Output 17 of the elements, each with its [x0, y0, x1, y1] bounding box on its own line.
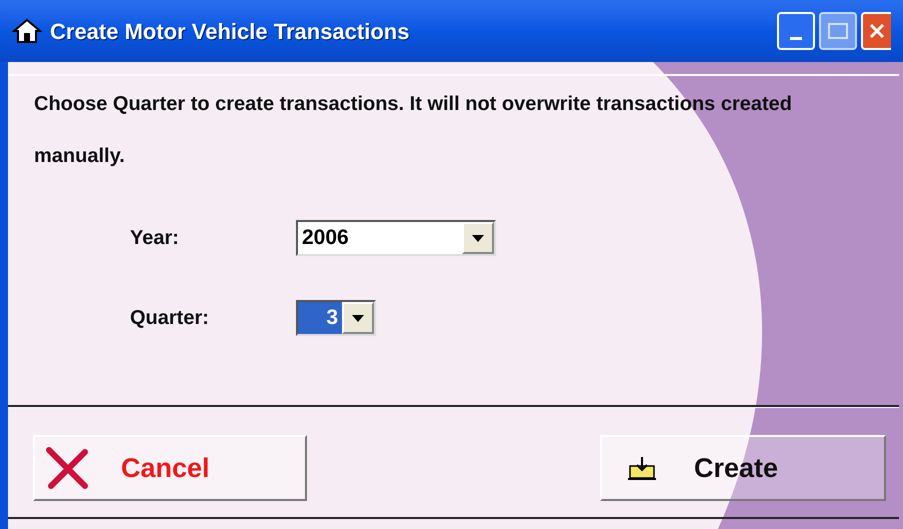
- cancel-button[interactable]: Cancel: [33, 435, 307, 501]
- dropdown[interactable]: 2006: [296, 220, 496, 256]
- x-icon: [43, 446, 91, 490]
- maximize-button[interactable]: [819, 12, 857, 50]
- dropdown[interactable]: 3: [296, 300, 376, 336]
- close-button[interactable]: [861, 12, 891, 50]
- caret-icon: [462, 222, 494, 254]
- minimize-button[interactable]: [777, 12, 815, 50]
- house-icon: [12, 18, 42, 44]
- tray-icon: [628, 456, 656, 480]
- instruction-text: Choose Quarter to create transactions. It will not overwrite transactions created manually.: [33, 92, 793, 169]
- close-icon: [868, 22, 886, 40]
- window-title: Create Motor Vehicle Transactions: [50, 18, 410, 46]
- field-label: Quarter:: [130, 306, 210, 331]
- caret-icon: [342, 302, 374, 334]
- field-label: Year:: [130, 226, 180, 251]
- create-button[interactable]: Create: [600, 435, 886, 501]
